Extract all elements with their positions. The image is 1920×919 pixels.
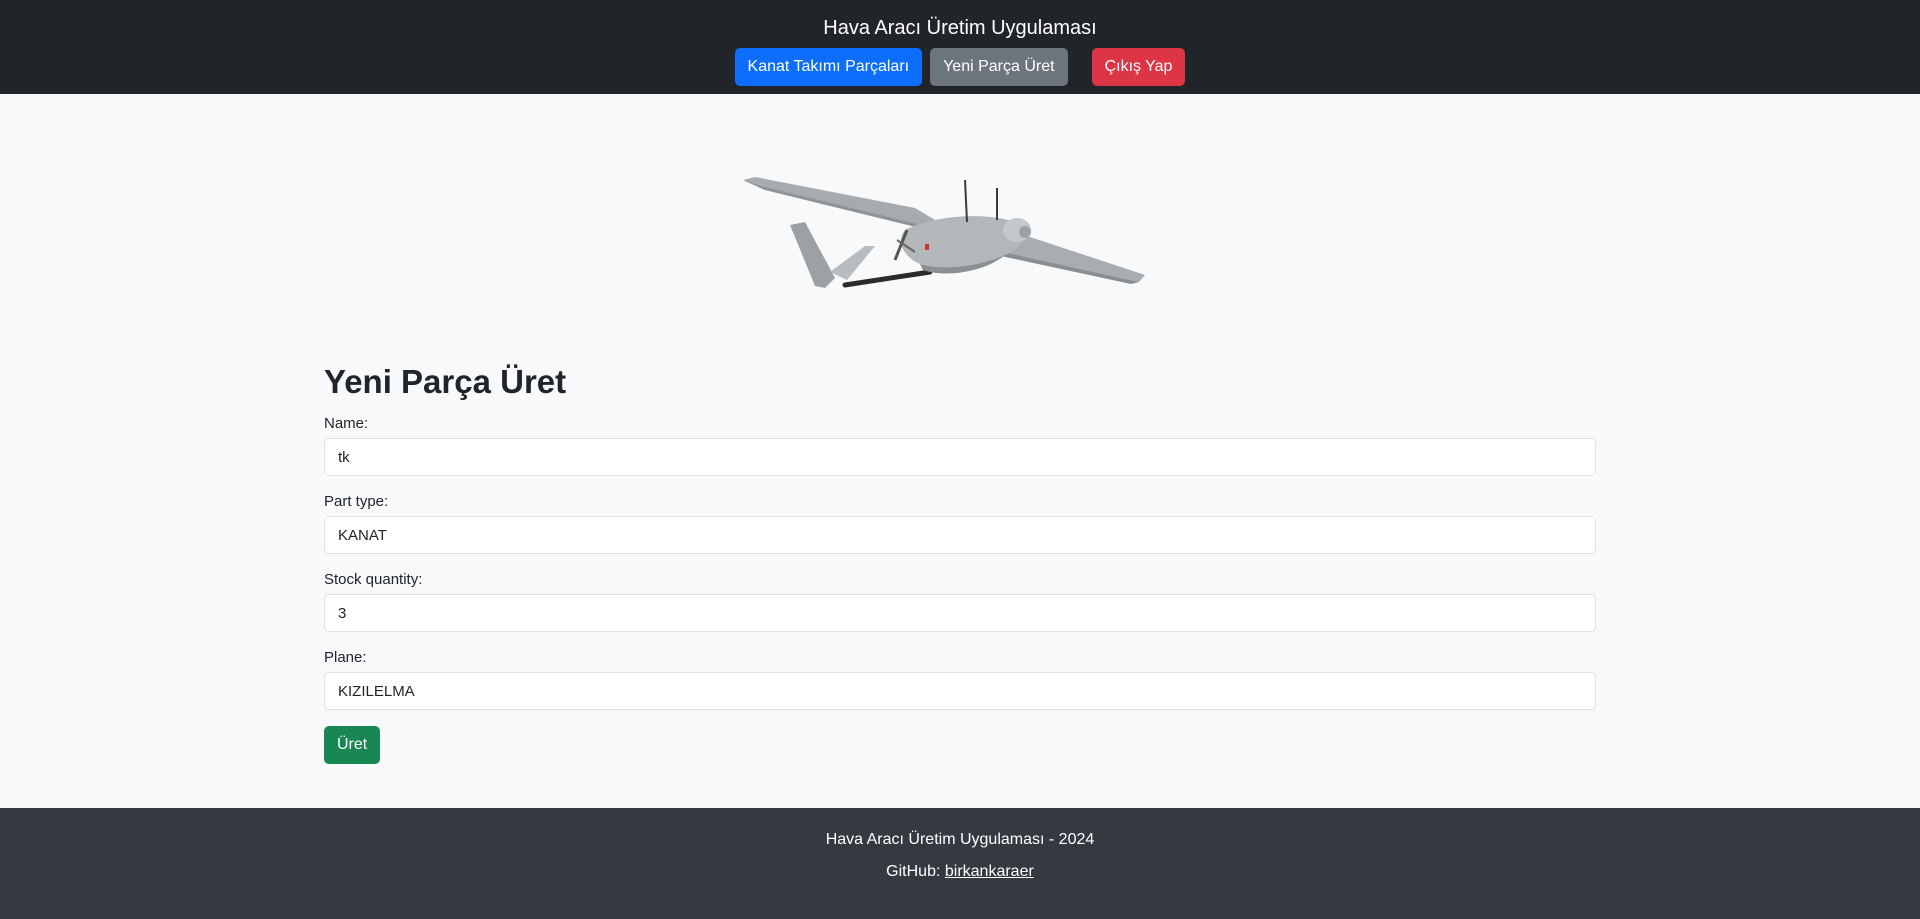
- produce-button[interactable]: Üret: [324, 726, 381, 764]
- page-title: Yeni Parça Üret: [324, 363, 567, 400]
- footer-github: GitHub: birkankaraer: [0, 861, 1920, 883]
- logout-button[interactable]: Çıkış Yap: [1091, 48, 1186, 86]
- uav-tail-fin: [790, 222, 835, 288]
- footer-copyright: Hava Aracı Üretim Uygulaması - 2024: [825, 831, 1095, 848]
- plane-input[interactable]: [324, 672, 1596, 710]
- footer-github-prefix: GitHub:: [886, 863, 941, 880]
- plane-field-group: Plane:: [324, 648, 1596, 710]
- name-label: Name:: [324, 415, 369, 432]
- part-type-field-group: Part type:: [324, 492, 1596, 554]
- github-link[interactable]: birkankaraer: [945, 863, 1034, 880]
- uav-illustration: [743, 177, 1145, 288]
- part-type-label: Part type:: [324, 493, 389, 510]
- app-title: Hava Aracı Üretim Uygulaması: [823, 17, 1097, 39]
- uav-image: [735, 160, 1155, 310]
- submit-row: Üret: [324, 726, 1596, 764]
- new-part-button[interactable]: Yeni Parça Üret: [930, 48, 1068, 86]
- uav-left-wing: [743, 177, 935, 228]
- name-field-group: Name:: [324, 414, 1596, 476]
- parts-list-button[interactable]: Kanat Takımı Parçaları: [734, 48, 923, 86]
- top-navbar: Hava Aracı Üretim Uygulaması Kanat Takım…: [0, 0, 1920, 94]
- nav-buttons: Kanat Takımı Parçaları Yeni Parça Üret Ç…: [0, 48, 1920, 86]
- name-input[interactable]: [324, 438, 1596, 476]
- uav-tail-boom: [842, 269, 933, 288]
- stock-quantity-label: Stock quantity:: [324, 571, 423, 588]
- new-part-form: Yeni Parça Üret Name: Part type: Stock q…: [324, 360, 1596, 764]
- plane-label: Plane:: [324, 649, 367, 666]
- part-type-input[interactable]: [324, 516, 1596, 554]
- footer: Hava Aracı Üretim Uygulaması - 2024 GitH…: [0, 808, 1920, 919]
- stock-quantity-field-group: Stock quantity:: [324, 570, 1596, 632]
- stock-quantity-input[interactable]: [324, 594, 1596, 632]
